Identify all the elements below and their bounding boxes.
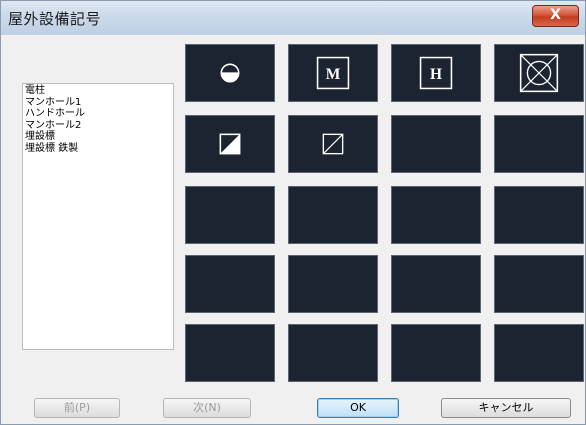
boxed-letter-m-icon: M <box>316 56 350 90</box>
symbol-cell[interactable] <box>288 186 378 244</box>
diagonal-square-icon <box>322 133 344 155</box>
symbol-letter: M <box>326 66 341 83</box>
boxed-letter-h-icon: H <box>419 56 453 90</box>
half-filled-circle-icon <box>220 63 240 83</box>
next-button[interactable]: 次(N) <box>163 398 251 418</box>
close-button[interactable]: X <box>532 5 579 27</box>
symbol-cell[interactable] <box>494 44 584 102</box>
title-bar[interactable]: 屋外設備記号 X <box>1 1 585 35</box>
list-item[interactable]: マンホール2 <box>25 120 173 132</box>
window-title: 屋外設備記号 <box>8 10 102 28</box>
symbol-cell[interactable]: H <box>391 44 481 102</box>
list-item[interactable]: マンホール1 <box>25 97 173 109</box>
symbol-cell[interactable] <box>185 324 275 382</box>
symbol-letter: H <box>430 66 442 83</box>
symbol-cell[interactable] <box>494 324 584 382</box>
symbol-list[interactable]: 電柱 マンホール1 ハンドホール マンホール2 埋設標 埋設標 鉄製 <box>22 83 174 350</box>
symbol-cell[interactable] <box>391 186 481 244</box>
symbol-cell[interactable] <box>391 324 481 382</box>
list-item[interactable]: 電柱 <box>25 85 173 97</box>
symbol-cell[interactable] <box>185 115 275 173</box>
dialog-window: 屋外設備記号 X 電柱 マンホール1 ハンドホール マンホール2 埋設標 埋設標… <box>0 0 586 425</box>
list-item[interactable]: 埋設標 鉄製 <box>25 143 173 155</box>
symbol-cell[interactable] <box>185 44 275 102</box>
symbol-cell[interactable] <box>185 255 275 313</box>
prev-button[interactable]: 前(P) <box>34 398 120 418</box>
symbol-cell[interactable] <box>494 255 584 313</box>
diagonal-half-filled-square-icon <box>219 133 241 155</box>
symbol-cell[interactable]: M <box>288 44 378 102</box>
symbol-cell[interactable] <box>288 255 378 313</box>
symbol-cell[interactable] <box>288 115 378 173</box>
cancel-button[interactable]: キャンセル <box>441 398 571 418</box>
ok-button[interactable]: OK <box>317 398 399 418</box>
symbol-cell[interactable] <box>288 324 378 382</box>
list-item[interactable]: 埋設標 <box>25 131 173 143</box>
list-item[interactable]: ハンドホール <box>25 108 173 120</box>
crossed-box-circle-icon <box>519 53 559 93</box>
symbol-cell[interactable] <box>185 186 275 244</box>
symbol-cell[interactable] <box>494 186 584 244</box>
symbol-cell[interactable] <box>391 115 481 173</box>
symbol-cell[interactable] <box>391 255 481 313</box>
symbol-cell[interactable] <box>494 115 584 173</box>
